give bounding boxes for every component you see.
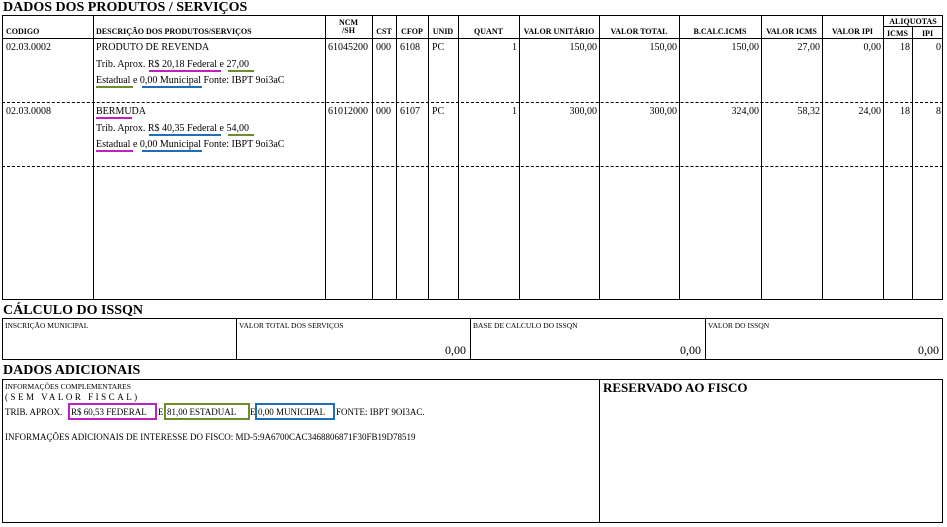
row-trib-line-2: Estadual e 0,00 Municipal Fonte: IBPT 9o… bbox=[96, 139, 285, 150]
row-codigo: 02.03.0002 bbox=[6, 42, 51, 53]
adicionais-section-title: DADOS ADICIONAIS bbox=[3, 363, 141, 378]
header-quant: QUANT bbox=[474, 27, 503, 36]
row-municipal: 0,00 Municipal bbox=[139, 139, 201, 150]
row-divider bbox=[2, 166, 943, 167]
row-valor-unitario: 300,00 bbox=[569, 106, 598, 117]
row-aliq-ipi: 0 bbox=[936, 42, 941, 53]
federal-underline bbox=[96, 117, 132, 119]
row-bcalc-icms: 324,00 bbox=[731, 106, 760, 117]
fisco-info: INFORMAÇÕES ADICIONAIS DE INTERESSE DO F… bbox=[5, 432, 416, 442]
row-aliq-icms: 18 bbox=[900, 42, 910, 53]
municipal-underline bbox=[142, 150, 202, 152]
header-cfop: CFOP bbox=[401, 27, 423, 36]
header-aliq-ipi: IPI bbox=[921, 29, 934, 38]
issqn-inscricao-label: INSCRIÇÃO MUNICIPAL bbox=[5, 321, 89, 330]
header-valor-ipi: VALOR IPI bbox=[832, 27, 873, 36]
header-ncm-sh: /SH bbox=[342, 26, 355, 35]
row-ncm: 61012000 bbox=[328, 106, 368, 117]
row-quant: 1 bbox=[512, 42, 517, 53]
issqn-base-value: 0,00 bbox=[680, 343, 701, 357]
row-codigo: 02.03.0008 bbox=[6, 106, 51, 117]
federal-underline bbox=[96, 150, 133, 152]
row-valor-ipi: 0,00 bbox=[863, 42, 882, 53]
products-section-title: DADOS DOS PRODUTOS / SERVIÇOS bbox=[3, 0, 248, 15]
row-valor-icms: 58,32 bbox=[797, 106, 821, 117]
municipal-value: 0,00 MUNICIPAL bbox=[258, 407, 326, 417]
reservado-ao-fisco: RESERVADO AO FISCO bbox=[603, 380, 748, 395]
estadual-underline bbox=[96, 86, 133, 88]
issqn-valor-value: 0,00 bbox=[918, 343, 939, 357]
estadual-underline bbox=[228, 70, 254, 72]
row-descricao: BERMUDA bbox=[96, 106, 147, 117]
estadual-underline bbox=[228, 134, 254, 136]
header-descricao: DESCRIÇÃO DOS PRODUTOS/SERVIÇOS bbox=[96, 27, 252, 36]
header-bcalc-icms: B.CALC.ICMS bbox=[693, 27, 747, 36]
row-estadual-word: Estadual bbox=[96, 139, 131, 150]
row-bcalc-icms: 150,00 bbox=[731, 42, 760, 53]
row-ncm: 61045200 bbox=[328, 42, 368, 53]
row-trib-line-2: Estadual e 0,00 Municipal Fonte: IBPT 9o… bbox=[96, 75, 285, 86]
row-estadual-value: 54,00 bbox=[226, 123, 249, 134]
row-unid: PC bbox=[432, 106, 445, 117]
federal-underline bbox=[149, 70, 221, 72]
e-separator: E bbox=[158, 407, 164, 417]
municipal-underline bbox=[149, 134, 221, 136]
issqn-valor-total-label: VALOR TOTAL DOS SERVIÇOS bbox=[239, 321, 344, 330]
row-federal: R$ 20,18 Federal bbox=[147, 59, 218, 70]
row-valor-ipi: 24,00 bbox=[858, 106, 882, 117]
row-estadual-word: Estadual bbox=[96, 75, 131, 86]
row-valor-unitario: 150,00 bbox=[569, 42, 598, 53]
row-cst: 000 bbox=[376, 42, 391, 53]
header-aliquotas: ALIQUOTAS bbox=[889, 17, 937, 26]
header-valor-total: VALOR TOTAL bbox=[610, 27, 668, 36]
federal-value: R$ 60,53 FEDERAL bbox=[71, 407, 147, 417]
header-valor-unitario: VALOR UNITÁRIO bbox=[523, 27, 595, 36]
header-valor-icms: VALOR ICMS bbox=[766, 27, 817, 36]
sem-valor-fiscal: (SEM VALOR FISCAL) bbox=[5, 392, 140, 402]
header-aliq-icms: ICMS bbox=[887, 29, 908, 38]
row-valor-total: 300,00 bbox=[649, 106, 678, 117]
estadual-value: 81,00 ESTADUAL bbox=[167, 407, 237, 417]
row-federal: R$ 40,35 Federal bbox=[147, 123, 218, 134]
row-estadual-value: 27,00 bbox=[226, 59, 249, 70]
row-cst: 000 bbox=[376, 106, 391, 117]
issqn-valor-label: VALOR DO ISSQN bbox=[708, 321, 770, 330]
row-municipal: 0,00 Municipal bbox=[139, 75, 201, 86]
issqn-valor-total-value: 0,00 bbox=[445, 343, 466, 357]
adicionais-box bbox=[2, 379, 943, 523]
products-table bbox=[2, 15, 943, 300]
header-codigo: CODIGO bbox=[6, 27, 40, 36]
row-cfop: 6108 bbox=[400, 42, 420, 53]
header-unid: UNID bbox=[432, 27, 454, 36]
fonte-ibpt: FONTE: IBPT 9OI3AC. bbox=[336, 407, 425, 417]
row-divider bbox=[2, 102, 943, 103]
issqn-base-label: BASE DE CALCULO DO ISSQN bbox=[473, 321, 578, 330]
row-descricao: PRODUTO DE REVENDA bbox=[96, 42, 210, 53]
issqn-section-title: CÁLCULO DO ISSQN bbox=[3, 303, 144, 318]
trib-aprox-prefix: TRIB. APROX. bbox=[5, 407, 63, 417]
row-trib-line: Trib. Aprox. R$ 40,35 Federal e 54,00 bbox=[96, 123, 249, 134]
row-unid: PC bbox=[432, 42, 445, 53]
row-valor-total: 150,00 bbox=[649, 42, 678, 53]
row-aliq-icms: 18 bbox=[900, 106, 910, 117]
row-valor-icms: 27,00 bbox=[797, 42, 821, 53]
row-quant: 1 bbox=[512, 106, 517, 117]
info-complementares-label: INFORMAÇÕES COMPLEMENTARES bbox=[5, 382, 131, 391]
row-trib-line: Trib. Aprox. R$ 20,18 Federal e 27,00 bbox=[96, 59, 249, 70]
row-fonte: Fonte: IBPT 9oi3aC bbox=[203, 139, 285, 150]
municipal-underline bbox=[142, 86, 202, 88]
row-aliq-ipi: 8 bbox=[936, 106, 941, 117]
row-cfop: 6107 bbox=[400, 106, 420, 117]
row-fonte: Fonte: IBPT 9oi3aC bbox=[203, 75, 285, 86]
products-header-divider bbox=[2, 38, 943, 39]
header-cst: CST bbox=[376, 27, 392, 36]
